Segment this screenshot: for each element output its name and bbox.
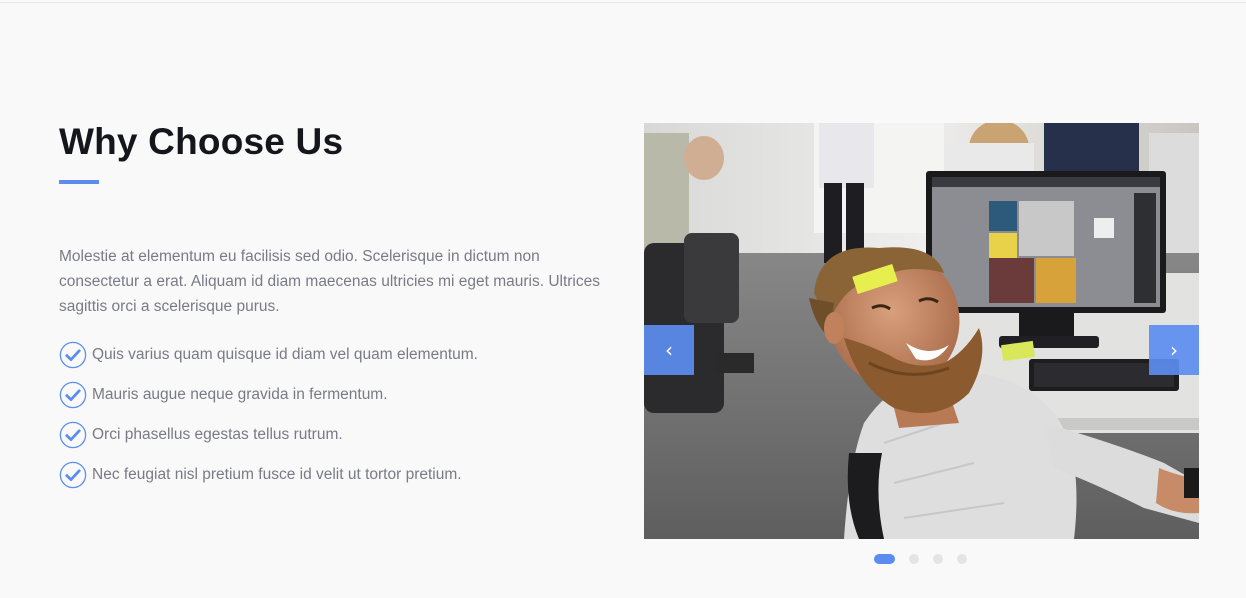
check-circle-icon [59,341,87,369]
feature-text: Mauris augue neque gravida in fermentum. [92,386,388,403]
check-circle-icon [59,421,87,449]
feature-item: Nec feugiat nisl pretium fusce id velit … [59,455,478,495]
feature-item: Orci phasellus egestas tellus rutrum. [59,415,478,455]
top-divider [0,2,1246,3]
title-underline [59,180,99,184]
intro-paragraph: Molestie at elementum eu facilisis sed o… [59,248,600,315]
slider-next-button[interactable]: › [1149,325,1199,375]
feature-item: Quis varius quam quisque id diam vel qua… [59,335,478,375]
slider-dot-4[interactable] [957,554,967,564]
feature-text: Nec feugiat nisl pretium fusce id velit … [92,466,462,483]
feature-text: Orci phasellus egestas tellus rutrum. [92,426,343,443]
slider-dot-2[interactable] [909,554,919,564]
slide-image-office-man-smiling [644,123,1199,539]
image-slider[interactable]: ‹ › [644,123,1199,539]
why-choose-us-content: Why Choose Us Molestie at elementum eu f… [59,118,604,489]
feature-text: Quis varius quam quisque id diam vel qua… [92,346,478,363]
slider-dots [874,554,981,564]
slider-dot-1[interactable] [874,554,895,564]
slider-dot-3[interactable] [933,554,943,564]
check-circle-icon [59,461,87,489]
check-circle-icon [59,381,87,409]
section-title: Why Choose Us [59,121,344,162]
slider-prev-button[interactable]: ‹ [644,325,694,375]
feature-item: Mauris augue neque gravida in fermentum. [59,375,478,415]
feature-list: Quis varius quam quisque id diam vel qua… [59,335,478,495]
